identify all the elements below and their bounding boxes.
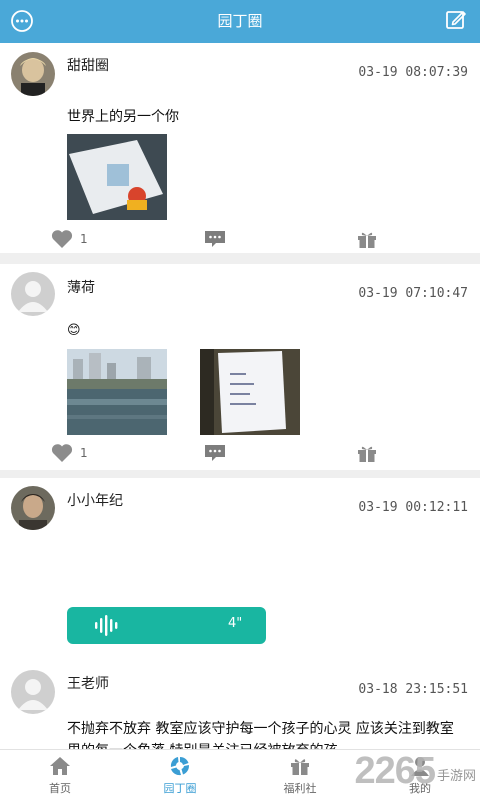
avatar[interactable] <box>11 670 55 714</box>
tab-label: 园丁圈 <box>163 782 197 795</box>
post-time: 03-19 00:12:11 <box>358 500 468 515</box>
post-time: 03-18 23:15:51 <box>358 682 468 697</box>
post-photo[interactable] <box>67 349 167 435</box>
avatar[interactable] <box>11 272 55 316</box>
tab-home[interactable]: 首页 <box>0 750 120 800</box>
page-title: 园丁圈 <box>217 12 263 30</box>
tab-label: 首页 <box>49 782 71 795</box>
tab-label: 我的 <box>409 782 431 795</box>
tab-mine[interactable]: 我的 <box>360 750 480 800</box>
feed-post: 小小年纪 03-19 00:12:11 4" <box>0 478 480 690</box>
heart-icon <box>51 444 73 462</box>
comment-button[interactable] <box>203 441 227 465</box>
post-text: 不抛弃不放弃 教室应该守护每一个孩子的心灵 应该关注到教室里的每一个角落 特别是… <box>67 721 454 749</box>
gift-button[interactable] <box>356 227 378 251</box>
comment-button[interactable] <box>203 227 227 251</box>
avatar[interactable] <box>11 486 55 530</box>
gift-button[interactable] <box>356 441 378 465</box>
user-icon <box>411 757 429 776</box>
post-photo[interactable] <box>200 349 300 435</box>
tab-label: 福利社 <box>283 782 317 795</box>
post-author[interactable]: 薄荷 <box>67 277 95 297</box>
like-count: 1 <box>80 232 88 246</box>
post-photo[interactable] <box>67 134 167 220</box>
post-author[interactable]: 小小年纪 <box>67 490 123 510</box>
post-author[interactable]: 王老师 <box>67 673 109 693</box>
post-time: 03-19 08:07:39 <box>358 65 468 80</box>
gift-icon <box>358 232 376 248</box>
comment-icon <box>205 445 225 461</box>
post-actions: 1 <box>0 227 480 251</box>
post-time: 03-19 07:10:47 <box>358 286 468 301</box>
compose-post-icon[interactable] <box>444 8 468 32</box>
circle-feed-icon <box>170 757 189 776</box>
feed-post: 薄荷 03-19 07:10:47 😊 1 <box>0 264 480 470</box>
gift-icon <box>358 446 376 462</box>
tab-welfare[interactable]: 福利社 <box>240 750 360 800</box>
home-icon <box>50 757 70 775</box>
avatar[interactable] <box>11 52 55 96</box>
post-actions: 1 <box>0 441 480 465</box>
feed-post: 王老师 03-18 23:15:51 不抛弃不放弃 教室应该守护每一个孩子的心灵… <box>0 661 480 749</box>
like-button[interactable]: 1 <box>50 227 88 251</box>
feed-list[interactable]: 甜甜圈 03-19 08:07:39 世界上的另一个你 1 薄荷 03-19 0… <box>0 43 480 749</box>
post-text: 世界上的另一个你 <box>67 109 179 125</box>
tab-circle[interactable]: 园丁圈 <box>120 750 240 800</box>
like-button[interactable]: 1 <box>50 441 88 465</box>
post-author[interactable]: 甜甜圈 <box>67 55 109 75</box>
gift-icon <box>291 759 309 775</box>
soundwave-icon <box>95 615 118 636</box>
top-bar: 园丁圈 <box>0 0 480 43</box>
bottom-tab-bar: 首页 园丁圈 福利社 我的 <box>0 749 480 800</box>
post-text: 😊 <box>67 323 81 338</box>
like-count: 1 <box>80 446 88 460</box>
heart-icon <box>51 230 73 248</box>
feed-post: 甜甜圈 03-19 08:07:39 世界上的另一个你 1 <box>0 43 480 253</box>
comment-icon <box>205 231 225 247</box>
voice-message-player[interactable]: 4" <box>67 607 266 644</box>
voice-duration: 4" <box>228 616 243 631</box>
